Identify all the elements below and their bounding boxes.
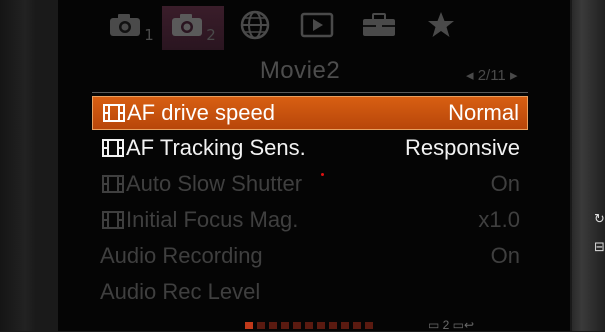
- left-bezel: [0, 0, 36, 331]
- menu-item-label: Auto Slow Shutter: [126, 171, 303, 196]
- menu-item-label: AF Tracking Sens.: [126, 135, 306, 160]
- menu-item-label: Audio Recording: [100, 243, 263, 268]
- menu-item-af-tracking-sens[interactable]: AF Tracking Sens. Responsive: [92, 131, 528, 165]
- camera-icon: [170, 12, 204, 45]
- menu-item-initial-focus-mag[interactable]: Initial Focus Mag. x1.0: [92, 203, 528, 237]
- tab-network[interactable]: [224, 6, 286, 50]
- movie-film-icon: [102, 174, 124, 194]
- movie-film-icon: [103, 103, 125, 123]
- tab-my-menu[interactable]: [410, 6, 472, 50]
- page-position-bar: [245, 322, 435, 331]
- camera-frame: ↻ ⊟ 1 2 Movie2 ◂ 2/11 ▸ AF drive speed N…: [0, 0, 605, 332]
- tab-setup[interactable]: [348, 6, 410, 50]
- menu-item-value: On: [490, 171, 520, 196]
- footer-icons: ▭ 2 ▭↩: [428, 318, 475, 332]
- menu-item-audio-recording[interactable]: Audio Recording On: [92, 239, 528, 273]
- tab-camera-2[interactable]: 2: [162, 6, 224, 50]
- rotate-icon: ↻: [594, 212, 605, 227]
- page-title: Movie2: [259, 57, 341, 84]
- menu-item-value: Normal: [448, 100, 519, 125]
- menu-item-value: Responsive: [405, 135, 520, 160]
- tab-number: 2: [206, 26, 216, 44]
- globe-icon: [240, 10, 270, 47]
- playback-icon: [300, 12, 334, 45]
- menu-item-auto-slow-shutter[interactable]: Auto Slow Shutter On: [92, 167, 528, 201]
- menu-item-label: Initial Focus Mag.: [126, 207, 299, 232]
- menu-item-value: x1.0: [478, 207, 520, 232]
- star-icon: [426, 10, 456, 47]
- camera-icon: [108, 12, 142, 45]
- red-dot: [321, 173, 324, 176]
- menu-item-audio-rec-level[interactable]: Audio Rec Level: [92, 275, 528, 309]
- menu-item-value: On: [490, 243, 520, 268]
- menu-item-af-drive-speed[interactable]: AF drive speed Normal: [92, 96, 528, 130]
- page-indicator[interactable]: ◂ 2/11 ▸: [466, 66, 517, 84]
- right-bezel: [572, 0, 605, 331]
- menu-item-label: Audio Rec Level: [100, 279, 261, 304]
- tab-camera-1[interactable]: 1: [100, 6, 162, 50]
- title-divider: [92, 92, 528, 93]
- menu-tab-bar: 1 2: [100, 6, 470, 50]
- tab-number: 1: [144, 26, 154, 44]
- menu-item-label: AF drive speed: [127, 100, 275, 125]
- toolbox-icon: [361, 12, 397, 45]
- display-icon: ⊟: [594, 240, 605, 255]
- movie-film-icon: [102, 138, 124, 158]
- movie-film-icon: [102, 210, 124, 230]
- tab-playback[interactable]: [286, 6, 348, 50]
